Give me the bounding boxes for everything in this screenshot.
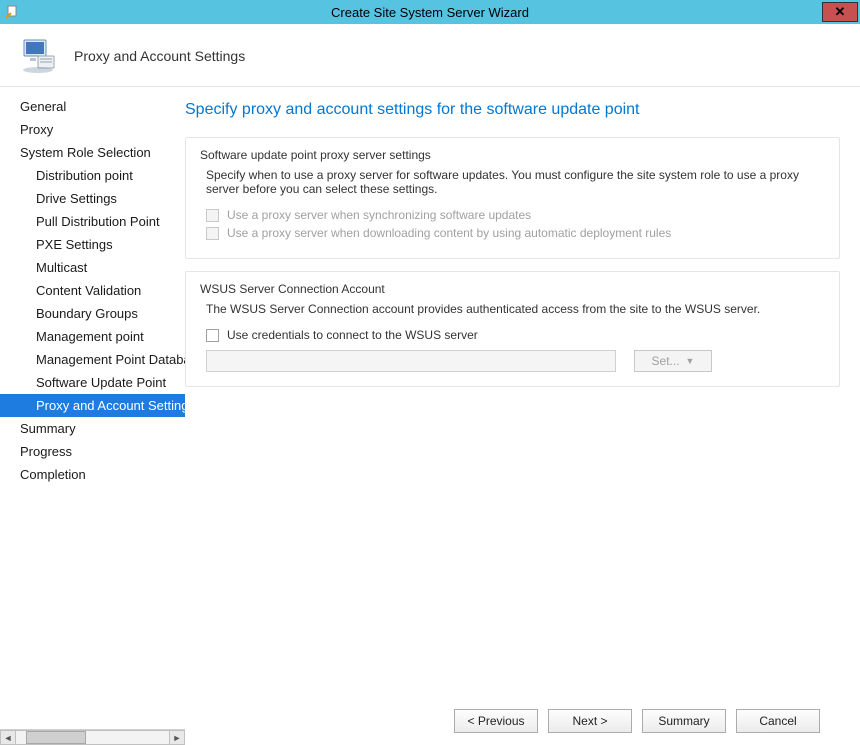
summary-button[interactable]: Summary: [642, 709, 726, 733]
window-title: Create Site System Server Wizard: [331, 5, 529, 20]
checkbox-icon: [206, 209, 219, 222]
wsus-group-legend: WSUS Server Connection Account: [200, 282, 825, 296]
set-button: Set... ▼: [634, 350, 712, 372]
proxy-group-legend: Software update point proxy server setti…: [200, 148, 825, 162]
nav-item-general[interactable]: General: [0, 95, 185, 118]
use-credentials-label: Use credentials to connect to the WSUS s…: [227, 328, 478, 342]
nav-items: GeneralProxySystem Role SelectionDistrib…: [0, 87, 185, 729]
scroll-left-button[interactable]: ◄: [0, 730, 16, 745]
nav-item-management-point[interactable]: Management point: [0, 325, 185, 348]
scroll-thumb[interactable]: [26, 731, 86, 744]
checkbox-icon: [206, 227, 219, 240]
wsus-group-desc: The WSUS Server Connection account provi…: [206, 302, 825, 316]
nav-item-pull-distribution-point[interactable]: Pull Distribution Point: [0, 210, 185, 233]
close-button[interactable]: ✕: [822, 2, 858, 22]
proxy-group-desc: Specify when to use a proxy server for s…: [206, 168, 825, 196]
nav-item-proxy[interactable]: Proxy: [0, 118, 185, 141]
nav-item-management-point-database[interactable]: Management Point Database: [0, 348, 185, 371]
wizard-body: GeneralProxySystem Role SelectionDistrib…: [0, 87, 860, 745]
nav-item-content-validation[interactable]: Content Validation: [0, 279, 185, 302]
nav-item-proxy-and-account-settings[interactable]: Proxy and Account Settings: [0, 394, 185, 417]
credentials-input: [206, 350, 616, 372]
nav-item-boundary-groups[interactable]: Boundary Groups: [0, 302, 185, 325]
proxy-sync-checkbox: Use a proxy server when synchronizing so…: [206, 208, 825, 222]
proxy-download-checkbox: Use a proxy server when downloading cont…: [206, 226, 825, 240]
scroll-right-button[interactable]: ►: [169, 730, 185, 745]
content-heading: Specify proxy and account settings for t…: [185, 101, 840, 119]
nav-item-summary[interactable]: Summary: [0, 417, 185, 440]
page-title: Proxy and Account Settings: [74, 48, 245, 64]
nav-item-multicast[interactable]: Multicast: [0, 256, 185, 279]
wizard-icon: [0, 5, 24, 19]
checkbox-icon: [206, 329, 219, 342]
titlebar: Create Site System Server Wizard ✕: [0, 0, 860, 24]
credentials-row: Set... ▼: [206, 350, 825, 372]
set-button-label: Set...: [652, 354, 680, 368]
computer-icon: [20, 36, 60, 76]
nav-scrollbar[interactable]: ◄ ►: [0, 729, 185, 745]
wizard-content: Specify proxy and account settings for t…: [185, 87, 860, 745]
scroll-track[interactable]: [16, 730, 169, 745]
wizard-header: Proxy and Account Settings: [0, 24, 860, 87]
wizard-footer: < Previous Next > Summary Cancel: [185, 697, 840, 745]
cancel-button[interactable]: Cancel: [736, 709, 820, 733]
use-credentials-checkbox[interactable]: Use credentials to connect to the WSUS s…: [206, 328, 825, 342]
wizard-nav: GeneralProxySystem Role SelectionDistrib…: [0, 87, 185, 745]
nav-item-distribution-point[interactable]: Distribution point: [0, 164, 185, 187]
nav-item-system-role-selection[interactable]: System Role Selection: [0, 141, 185, 164]
previous-button[interactable]: < Previous: [454, 709, 538, 733]
wsus-account-group: WSUS Server Connection Account The WSUS …: [185, 271, 840, 387]
proxy-settings-group: Software update point proxy server setti…: [185, 137, 840, 259]
proxy-sync-label: Use a proxy server when synchronizing so…: [227, 208, 531, 222]
nav-item-completion[interactable]: Completion: [0, 463, 185, 486]
proxy-download-label: Use a proxy server when downloading cont…: [227, 226, 671, 240]
nav-item-software-update-point[interactable]: Software Update Point: [0, 371, 185, 394]
nav-item-progress[interactable]: Progress: [0, 440, 185, 463]
chevron-down-icon: ▼: [686, 356, 695, 366]
next-button[interactable]: Next >: [548, 709, 632, 733]
nav-item-pxe-settings[interactable]: PXE Settings: [0, 233, 185, 256]
close-icon: ✕: [835, 4, 846, 20]
nav-item-drive-settings[interactable]: Drive Settings: [0, 187, 185, 210]
